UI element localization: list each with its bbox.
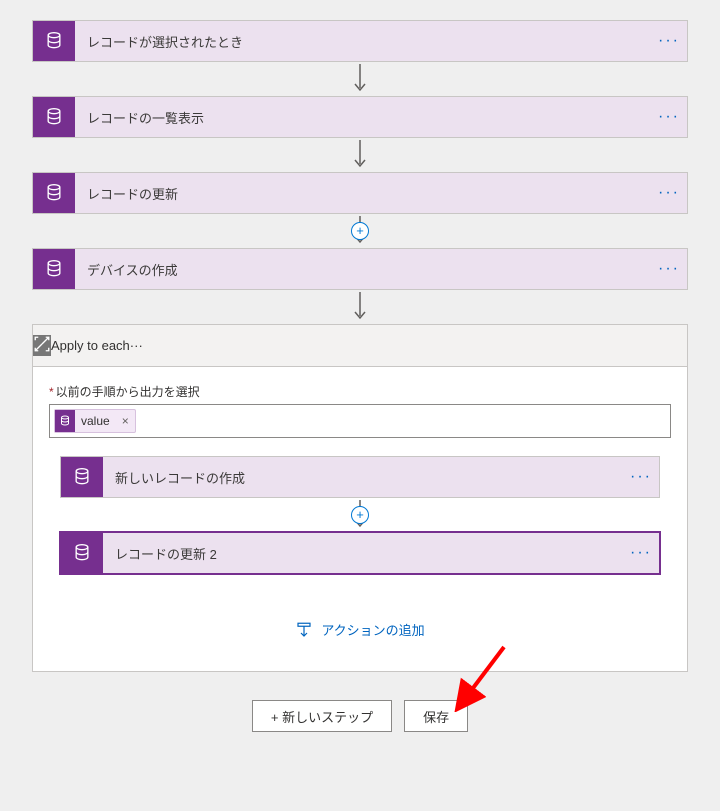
apply-to-each-container: Apply to each ··· *以前の手順から出力を選択 value [32,324,688,672]
step-record-selected[interactable]: レコードが選択されたとき ··· [32,20,688,62]
step-title: 新しいレコードの作成 [103,468,623,487]
step-title: レコードの一覧表示 [75,108,651,127]
step-update-record[interactable]: レコードの更新 ··· [32,172,688,214]
database-icon [55,410,75,432]
step-more-menu[interactable]: ··· [651,21,687,61]
step-more-menu[interactable]: ··· [651,173,687,213]
database-icon [33,173,75,213]
step-list-records[interactable]: レコードの一覧表示 ··· [32,96,688,138]
database-icon [33,21,75,61]
value-token: value × [54,409,136,433]
database-icon [33,249,75,289]
select-output-input[interactable]: value × [49,404,671,438]
step-title: レコードの更新 [75,184,651,203]
step-title: デバイスの作成 [75,260,651,279]
step-create-new-record[interactable]: 新しいレコードの作成 ··· [60,456,660,498]
step-more-menu[interactable]: ··· [130,338,143,353]
save-button[interactable]: 保存 [404,700,468,732]
loop-icon [33,335,51,356]
database-icon [61,533,103,573]
new-step-button[interactable]: + 新しいステップ [252,700,392,732]
add-action-button[interactable]: アクションの追加 [295,620,424,639]
step-create-device[interactable]: デバイスの作成 ··· [32,248,688,290]
insert-step-button[interactable]: + [351,222,369,240]
database-icon [33,97,75,137]
step-more-menu[interactable]: ··· [623,533,659,573]
connector-arrow [352,290,368,324]
step-more-menu[interactable]: ··· [651,97,687,137]
token-remove-button[interactable]: × [116,414,135,428]
database-icon [61,457,103,497]
step-update-record-2[interactable]: レコードの更新 2 ··· [60,532,660,574]
add-action-label: アクションの追加 [321,620,424,639]
connector-arrow [352,62,368,96]
step-title: レコードの更新 2 [103,544,623,563]
apply-to-each-title: Apply to each [51,338,130,353]
output-field-label: *以前の手順から出力を選択 [49,383,200,400]
insert-step-button[interactable]: + [351,506,369,524]
apply-to-each-header[interactable]: Apply to each ··· [33,325,687,367]
connector-arrow [352,138,368,172]
step-more-menu[interactable]: ··· [623,457,659,497]
token-label: value [75,414,116,428]
step-more-menu[interactable]: ··· [651,249,687,289]
connector-arrow-plus: + [352,214,368,248]
step-title: レコードが選択されたとき [75,32,651,51]
connector-arrow-plus: + [352,498,368,532]
